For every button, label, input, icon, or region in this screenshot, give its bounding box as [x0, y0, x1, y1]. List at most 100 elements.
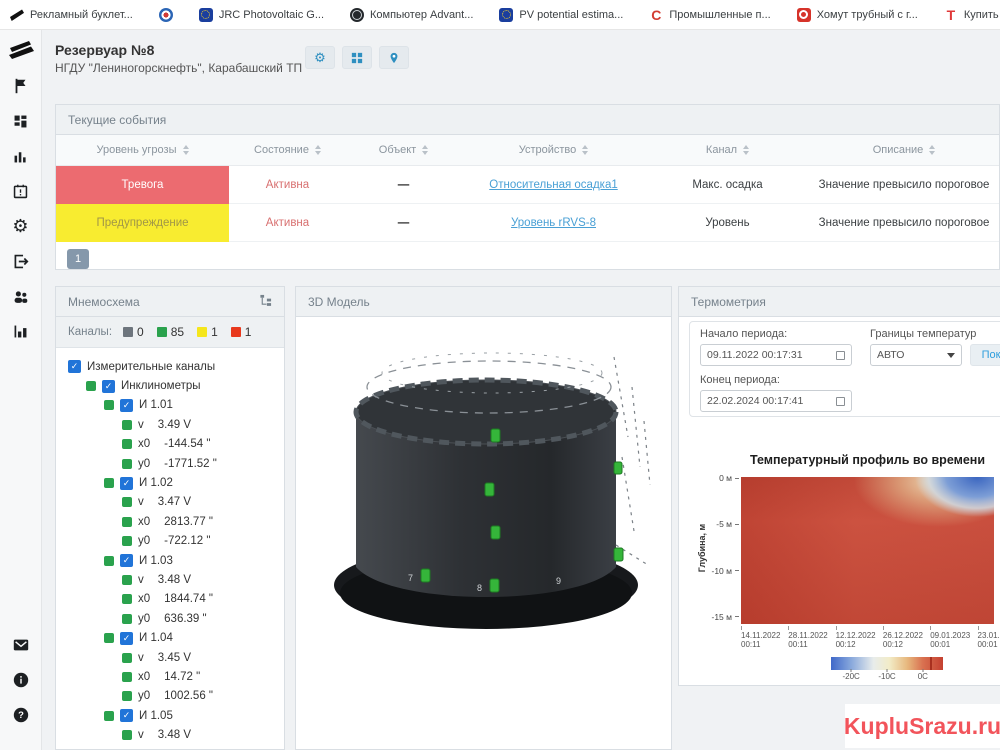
- channel-count: 1: [231, 325, 252, 339]
- bookmark-label: Промышленные п...: [669, 9, 770, 21]
- bookmark-item[interactable]: PV potential estima...: [499, 8, 623, 22]
- column-header[interactable]: Уровень угрозы: [56, 144, 229, 156]
- temp-bounds-select[interactable]: АВТО: [870, 344, 962, 366]
- tree-item: y01002.56 ": [56, 687, 284, 706]
- help-icon[interactable]: ?: [11, 705, 31, 725]
- chart-axis-icon[interactable]: [11, 321, 31, 341]
- sort-up-icon: [183, 145, 189, 149]
- tank-3d-render: 7 8 9: [296, 317, 672, 750]
- checkbox[interactable]: ✓: [120, 477, 133, 490]
- end-period-value: 22.02.2024 00:17:41: [707, 395, 803, 407]
- users-icon[interactable]: [11, 286, 31, 306]
- device-link[interactable]: Относительная осадка1: [461, 179, 646, 191]
- status-square-icon: [122, 517, 132, 527]
- y-axis-tick: -10 м: [712, 566, 740, 576]
- bookmark-item[interactable]: CПромышленные п...: [649, 8, 770, 22]
- status-square-icon: [122, 730, 132, 740]
- tree-item-label: v: [138, 419, 144, 431]
- info-icon[interactable]: [11, 670, 31, 690]
- column-header[interactable]: Устройство: [461, 144, 646, 156]
- start-period-input[interactable]: 09.11.2022 00:17:31: [700, 344, 852, 366]
- column-header[interactable]: Канал: [646, 144, 809, 156]
- tree-item: v3.47 V: [56, 493, 284, 512]
- app-logo-icon[interactable]: [7, 38, 35, 64]
- svg-text:7: 7: [408, 573, 413, 583]
- tree-view-icon[interactable]: [259, 294, 272, 310]
- thermo-panel-title: Термометрия: [679, 287, 1000, 317]
- bookmark-item[interactable]: [159, 8, 173, 22]
- tree-item-value: -1771.52 ": [164, 458, 217, 470]
- end-period-input[interactable]: 22.02.2024 00:17:41: [700, 390, 852, 412]
- current-events-panel: Текущие события Уровень угрозыСостояниеО…: [55, 104, 1000, 270]
- end-period-label: Конец периода:: [700, 374, 780, 386]
- page-1-button[interactable]: 1: [67, 249, 89, 269]
- column-header[interactable]: Описание: [809, 144, 999, 156]
- column-label: Описание: [873, 144, 924, 156]
- status-square-icon: [122, 497, 132, 507]
- start-period-label: Начало периода:: [700, 328, 787, 340]
- tick-mark: [735, 524, 739, 525]
- status-square-icon: [122, 536, 132, 546]
- layout-button[interactable]: [342, 46, 372, 69]
- column-label: Канал: [706, 144, 737, 156]
- settings-button[interactable]: ⚙: [305, 46, 335, 69]
- tick-mark: [788, 626, 789, 630]
- bookmark-item[interactable]: Рекламный буклет...: [10, 8, 133, 22]
- tree-item: y0636.39 ": [56, 609, 284, 628]
- sort-down-icon: [183, 151, 189, 155]
- tree-item-label: y0: [138, 613, 150, 625]
- channel-color-square-icon: [231, 327, 241, 337]
- tree-item: ✓Инклинометры: [56, 376, 284, 395]
- location-button[interactable]: [379, 46, 409, 69]
- logout-icon[interactable]: [11, 251, 31, 271]
- show-button[interactable]: Показать: [970, 344, 1000, 366]
- tree-item-value: 1844.74 ": [164, 593, 213, 605]
- checkbox[interactable]: ✓: [102, 380, 115, 393]
- bookmark-label: Компьютер Advant...: [370, 9, 473, 21]
- checkbox[interactable]: ✓: [68, 360, 81, 373]
- pen-icon: [10, 8, 24, 22]
- threat-level-badge: Предупреждение: [56, 204, 229, 242]
- column-label: Устройство: [519, 144, 577, 156]
- tree-item-value: 3.48 V: [158, 729, 191, 741]
- tick-mark: [836, 626, 837, 630]
- bookmark-item[interactable]: Хомут трубный с г...: [797, 8, 918, 22]
- checkbox[interactable]: ✓: [120, 632, 133, 645]
- checkbox[interactable]: ✓: [120, 399, 133, 412]
- tree-item-value: -722.12 ": [164, 535, 210, 547]
- calendar-alert-icon[interactable]: [11, 181, 31, 201]
- calendar-icon[interactable]: [836, 351, 845, 360]
- map-flag-icon[interactable]: [11, 76, 31, 96]
- x-tick-time: 00:11: [788, 640, 836, 649]
- header-actions: ⚙: [305, 46, 409, 69]
- tree-item: x0-144.54 ": [56, 435, 284, 454]
- tree-item-label: Измерительные каналы: [87, 361, 215, 373]
- chart-title: Температурный профиль во времени: [741, 453, 994, 467]
- x-axis-tick: 26.12.202200:12: [883, 626, 931, 649]
- column-label: Объект: [379, 144, 416, 156]
- bookmark-item[interactable]: JRC Photovoltaic G...: [199, 8, 324, 22]
- bookmark-item[interactable]: Компьютер Advant...: [350, 8, 473, 22]
- column-header[interactable]: Состояние: [229, 144, 346, 156]
- bookmark-item[interactable]: TКупить шпилька са...: [944, 8, 1000, 22]
- tank-3d-viewport[interactable]: 7 8 9: [296, 317, 671, 749]
- mail-icon[interactable]: [11, 635, 31, 655]
- tree-item: ✓ Измерительные каналы: [56, 357, 284, 376]
- tick-mark: [735, 570, 739, 571]
- y-axis: 0 м-5 м-10 м-15 м: [679, 477, 739, 624]
- checkbox[interactable]: ✓: [120, 554, 133, 567]
- settings-gear-icon[interactable]: ⚙: [11, 216, 31, 236]
- device-link[interactable]: Уровень rRVS-8: [461, 217, 646, 229]
- checkbox[interactable]: ✓: [120, 709, 133, 722]
- calendar-icon[interactable]: [836, 397, 845, 406]
- colorbar-tick-label: 0С: [918, 672, 928, 681]
- bar-chart-icon[interactable]: [11, 146, 31, 166]
- x-tick-date: 14.11.2022: [741, 631, 789, 640]
- thermometry-panel: Термометрия Начало периода: 09.11.2022 0…: [678, 286, 1000, 686]
- tree-item: y0-722.12 ": [56, 532, 284, 551]
- event-description: Значение превысило пороговое: [809, 217, 999, 229]
- euflag2-icon: [499, 8, 513, 22]
- dashboard-icon[interactable]: [11, 111, 31, 131]
- sort-down-icon: [743, 151, 749, 155]
- column-header[interactable]: Объект: [346, 144, 461, 156]
